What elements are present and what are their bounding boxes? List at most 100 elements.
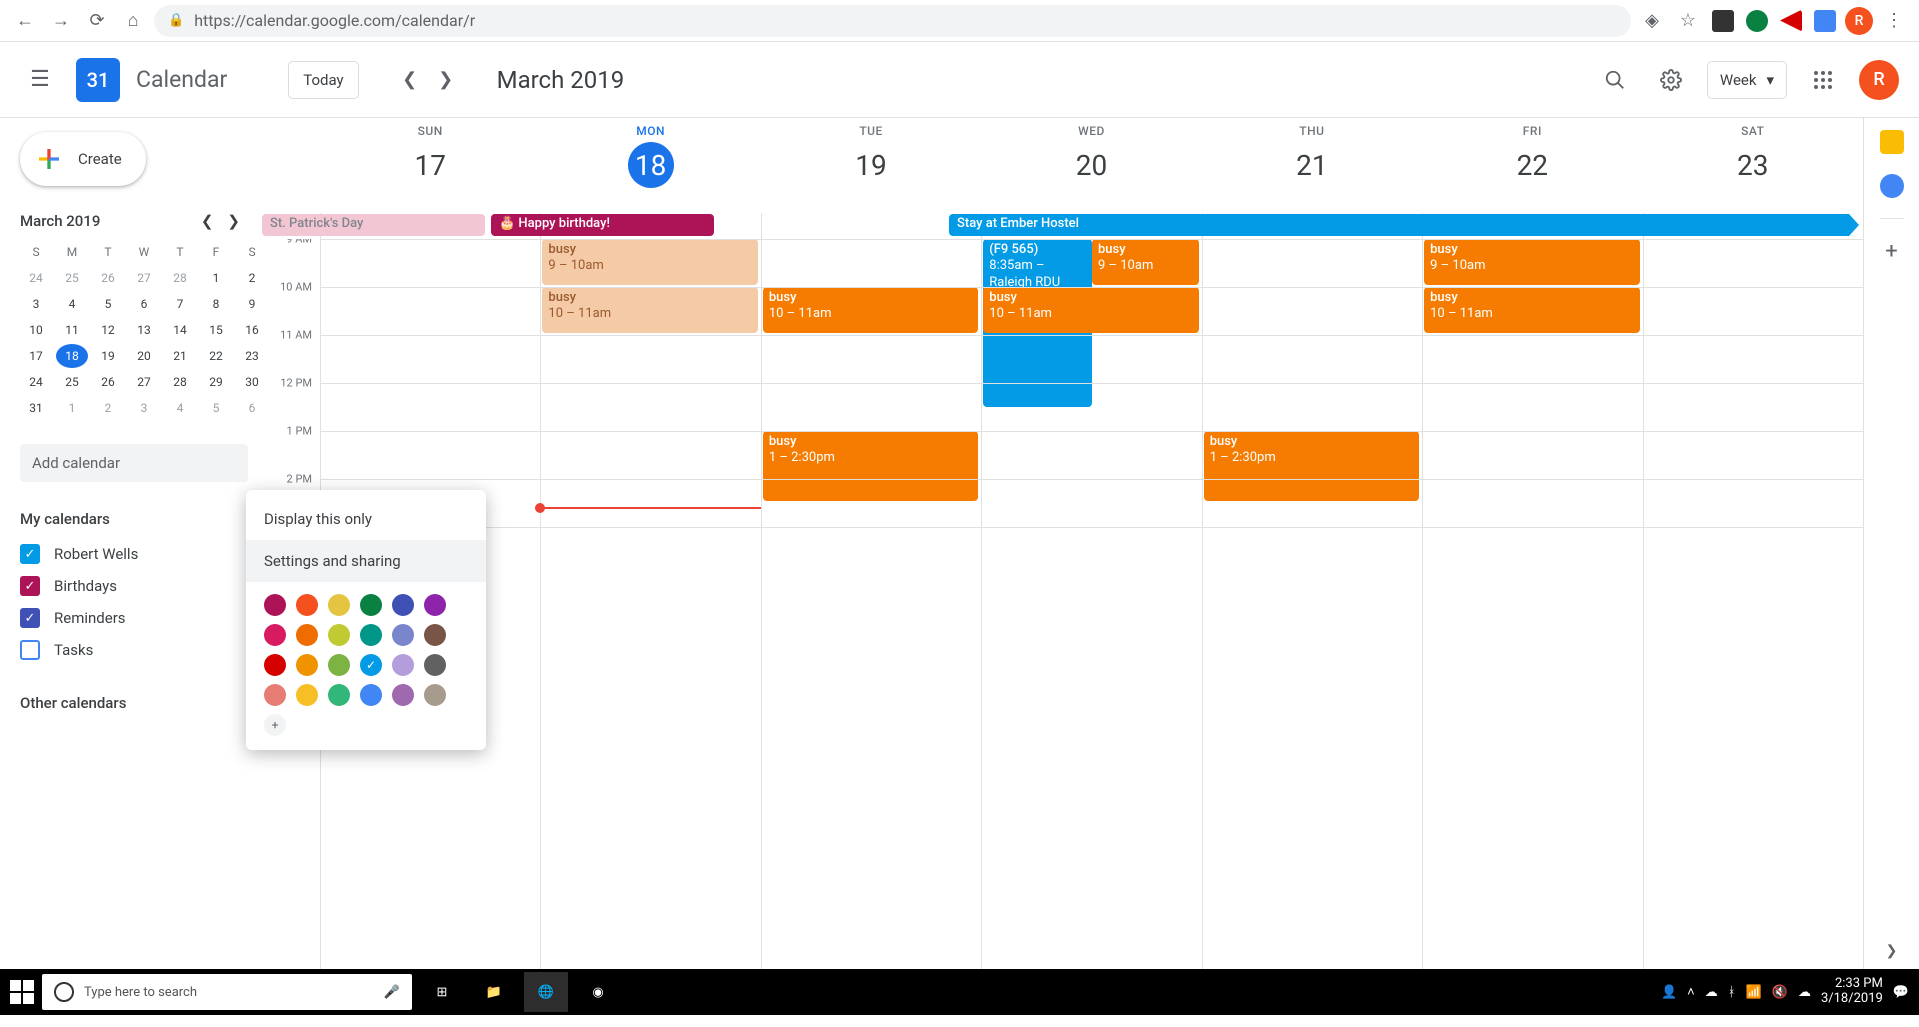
sync-icon[interactable]: ☁ <box>1798 985 1811 1000</box>
mini-day[interactable]: 3 <box>20 292 52 316</box>
add-addon-button[interactable]: + <box>1885 239 1897 264</box>
day-column[interactable]: busy9 – 10ambusy10 – 11am <box>540 239 760 969</box>
day-column[interactable] <box>1643 239 1863 969</box>
create-button[interactable]: Create <box>20 132 146 186</box>
mini-day[interactable]: 20 <box>128 344 160 368</box>
task-view-icon[interactable]: ⊞ <box>420 972 464 1012</box>
extension-3-icon[interactable] <box>1780 10 1802 32</box>
calendar-checkbox[interactable]: ✓ <box>20 576 40 596</box>
extension-icon[interactable]: ◈ <box>1637 6 1667 36</box>
color-swatch[interactable] <box>296 624 318 646</box>
mini-day[interactable]: 7 <box>164 292 196 316</box>
calendar-list-item[interactable]: Tasks <box>20 634 248 666</box>
mini-day[interactable]: 4 <box>56 292 88 316</box>
day-header[interactable]: SAT23 <box>1643 118 1863 213</box>
calendar-event[interactable]: busy10 – 11am <box>763 287 978 333</box>
calendar-checkbox[interactable]: ✓ <box>20 608 40 628</box>
day-header[interactable]: FRI22 <box>1422 118 1642 213</box>
color-swatch[interactable] <box>264 684 286 706</box>
account-avatar[interactable]: R <box>1859 60 1899 100</box>
mini-day[interactable]: 26 <box>92 370 124 394</box>
calendar-event[interactable]: busy9 – 10am <box>1092 239 1199 285</box>
day-header[interactable]: MON18 <box>540 118 760 213</box>
mini-prev-button[interactable]: ❮ <box>201 212 214 230</box>
display-only-option[interactable]: Display this only <box>246 498 486 540</box>
calendar-event[interactable]: busy10 – 11am <box>542 287 757 333</box>
color-swatch[interactable] <box>328 684 350 706</box>
volume-icon[interactable]: 🔇 <box>1772 985 1788 1000</box>
mini-next-button[interactable]: ❯ <box>227 212 240 230</box>
file-explorer-icon[interactable]: 📁 <box>472 972 516 1012</box>
mini-day[interactable]: 24 <box>20 370 52 394</box>
browser-menu-icon[interactable]: ⋮ <box>1879 6 1909 36</box>
next-period-button[interactable]: ❯ <box>431 65 461 95</box>
reload-button[interactable]: ⟳ <box>82 6 112 36</box>
settings-gear-icon[interactable] <box>1651 60 1691 100</box>
day-header[interactable]: TUE19 <box>761 118 981 213</box>
search-icon[interactable] <box>1595 60 1635 100</box>
mini-day[interactable]: 27 <box>128 266 160 290</box>
mini-day[interactable]: 28 <box>164 370 196 394</box>
calendar-list-item[interactable]: ✓Reminders <box>20 602 248 634</box>
add-calendar-input[interactable]: Add calendar <box>20 444 248 482</box>
forward-button[interactable]: → <box>46 6 76 36</box>
color-swatch[interactable] <box>424 594 446 616</box>
mini-day[interactable]: 21 <box>164 344 196 368</box>
day-header[interactable]: THU21 <box>1202 118 1422 213</box>
color-swatch[interactable] <box>360 624 382 646</box>
mini-day[interactable]: 22 <box>200 344 232 368</box>
mini-day[interactable]: 27 <box>128 370 160 394</box>
day-column[interactable]: (F9 565)8:35am – Raleigh RDUbusy9 – 10am… <box>981 239 1201 969</box>
calendar-event[interactable]: busy10 – 11am <box>983 287 1198 333</box>
calendar-list-item[interactable]: ✓Birthdays <box>20 570 248 602</box>
people-icon[interactable]: 👤 <box>1661 985 1677 1000</box>
mini-day[interactable]: 5 <box>92 292 124 316</box>
allday-event[interactable]: 🎂 Happy birthday! <box>491 214 714 236</box>
mini-day[interactable]: 1 <box>200 266 232 290</box>
allday-event[interactable]: Stay at Ember Hostel <box>949 214 1859 236</box>
tray-chevron-icon[interactable]: ˄ <box>1687 984 1695 1000</box>
add-color-button[interactable]: + <box>264 714 286 736</box>
wifi-icon[interactable]: 📶 <box>1746 985 1762 1000</box>
mini-day[interactable]: 28 <box>164 266 196 290</box>
color-swatch[interactable] <box>424 624 446 646</box>
chrome-icon[interactable]: 🌐 <box>524 972 568 1012</box>
mini-day[interactable]: 19 <box>92 344 124 368</box>
color-swatch[interactable] <box>360 684 382 706</box>
view-selector[interactable]: Week ▾ <box>1707 61 1787 99</box>
color-swatch[interactable] <box>360 594 382 616</box>
mini-day[interactable]: 14 <box>164 318 196 342</box>
day-header[interactable]: SUN17 <box>320 118 540 213</box>
google-apps-icon[interactable] <box>1803 60 1843 100</box>
keep-icon[interactable] <box>1880 130 1904 154</box>
color-swatch[interactable] <box>392 654 414 676</box>
tasks-icon[interactable] <box>1880 174 1904 198</box>
allday-slot[interactable] <box>761 213 981 239</box>
mini-day[interactable]: 24 <box>20 266 52 290</box>
mini-day[interactable]: 15 <box>200 318 232 342</box>
day-column[interactable]: busy10 – 11ambusy1 – 2:30pm <box>761 239 981 969</box>
color-swatch[interactable] <box>328 654 350 676</box>
calendar-event[interactable]: busy1 – 2:30pm <box>1204 431 1419 501</box>
calendar-event[interactable]: busy9 – 10am <box>1424 239 1639 285</box>
bluetooth-icon[interactable]: ᚼ <box>1728 985 1736 1000</box>
color-swatch[interactable] <box>392 594 414 616</box>
mini-day[interactable]: 17 <box>20 344 52 368</box>
onedrive-icon[interactable]: ☁ <box>1705 985 1718 1000</box>
color-swatch[interactable] <box>392 624 414 646</box>
steam-icon[interactable]: ◉ <box>576 972 620 1012</box>
calendar-event[interactable]: busy9 – 10am <box>542 239 757 285</box>
mini-day[interactable]: 29 <box>200 370 232 394</box>
browser-profile-avatar[interactable]: R <box>1845 7 1873 35</box>
mini-day[interactable]: 2 <box>92 396 124 420</box>
prev-period-button[interactable]: ❮ <box>395 65 425 95</box>
taskbar-search[interactable]: Type here to search 🎤 <box>42 974 412 1010</box>
color-swatch[interactable] <box>328 594 350 616</box>
mini-day[interactable]: 25 <box>56 370 88 394</box>
color-swatch[interactable] <box>264 624 286 646</box>
mini-day[interactable]: 8 <box>200 292 232 316</box>
mic-icon[interactable]: 🎤 <box>384 985 400 1000</box>
mini-day[interactable]: 11 <box>56 318 88 342</box>
mini-day[interactable]: 13 <box>128 318 160 342</box>
mini-day[interactable]: 1 <box>56 396 88 420</box>
